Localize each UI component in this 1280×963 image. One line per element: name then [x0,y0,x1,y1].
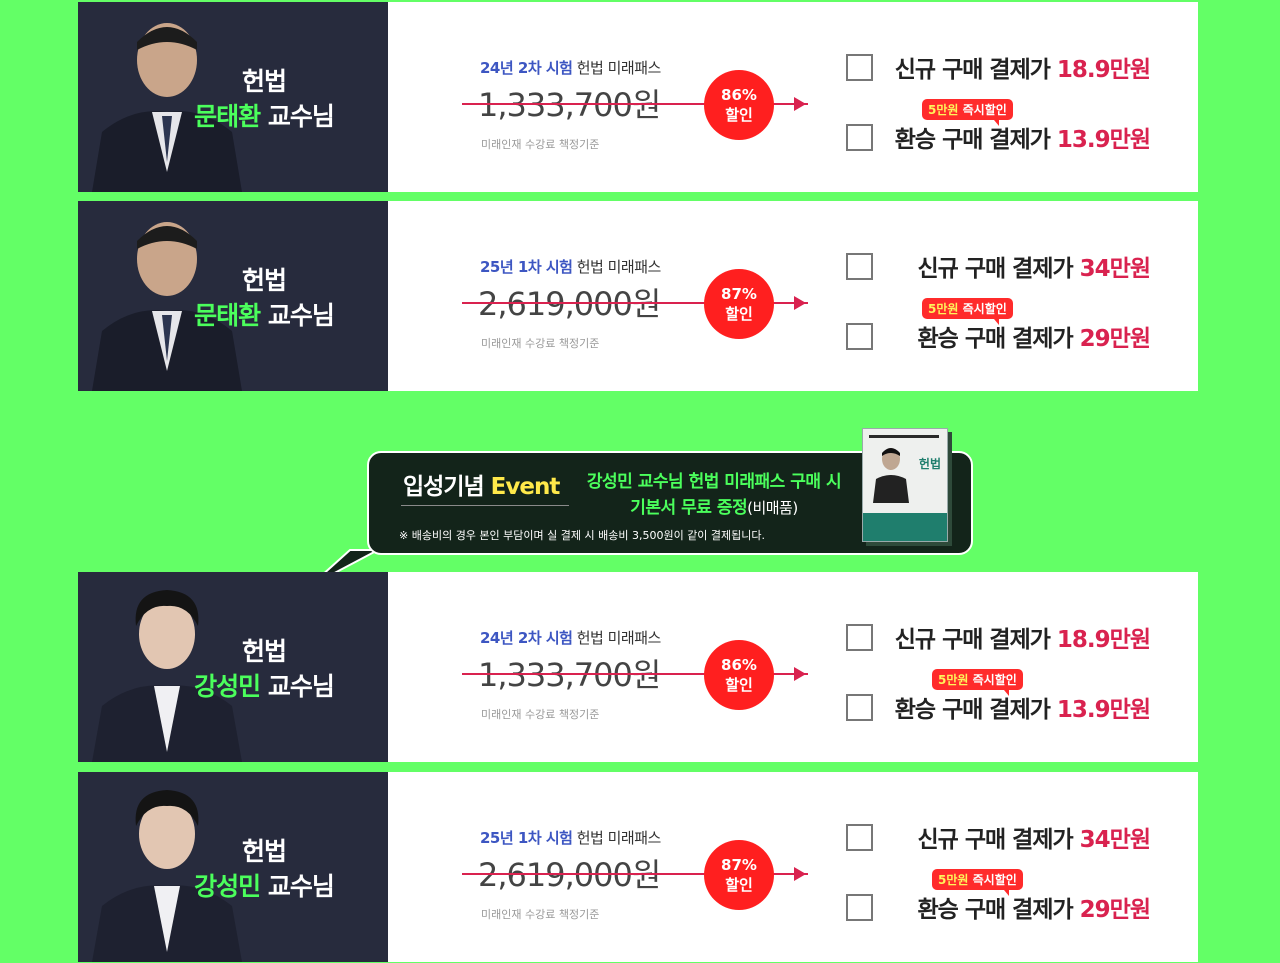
book-title: 헌법 [918,457,941,471]
author-photo [873,448,909,503]
price-basis-note: 미래인재 수강료 책정기준 [481,138,600,151]
event-description: 강성민 교수님 헌법 미래패스 구매 시 기본서 무료 증정(비매품) [586,472,842,518]
new-purchase-checkbox[interactable] [846,253,873,280]
professor-name: 헌법 문태환 교수님 [194,266,335,330]
instant-discount-tag: 5만원 즉시할인 [932,869,1023,896]
return-purchase-option: 환승 구매 결제가 29만원 [917,897,1151,923]
textbook-cover: 헌법 [862,428,948,542]
product-card: 헌법 강성민 교수님 25년 1차 시험 헌법 미래패스 2,619,000원 … [78,772,1198,962]
product-card: 헌법 문태환 교수님 25년 1차 시험 헌법 미래패스 2,619,000원 … [78,201,1198,391]
event-title: 입성기념 Event [403,474,560,500]
instant-discount-tag: 5만원 즉시할인 [922,298,1013,325]
exam-label: 24년 2차 시험 헌법 미래패스 [480,59,661,77]
new-purchase-checkbox[interactable] [846,624,873,651]
exam-label: 24년 2차 시험 헌법 미래패스 [480,629,661,647]
return-purchase-checkbox[interactable] [846,124,873,151]
shipping-note: ※ 배송비의 경우 본인 부담이며 실 결제 시 배송비 3,500원이 같이 … [399,529,766,542]
instant-discount-tag: 5만원 즉시할인 [932,669,1023,696]
product-card: 헌법 문태환 교수님 24년 2차 시험 헌법 미래패스 1,333,700원 … [78,2,1198,192]
instant-discount-tag: 5만원 즉시할인 [922,99,1013,126]
professor-name: 헌법 강성민 교수님 [194,837,335,901]
new-purchase-option: 신규 구매 결제가 34만원 [917,827,1151,853]
product-card: 헌법 강성민 교수님 24년 2차 시험 헌법 미래패스 1,333,700원 … [78,572,1198,762]
new-purchase-option: 신규 구매 결제가 18.9만원 [894,57,1151,83]
new-purchase-checkbox[interactable] [846,824,873,851]
price-basis-note: 미래인재 수강료 책정기준 [481,337,600,350]
return-purchase-checkbox[interactable] [846,694,873,721]
return-purchase-checkbox[interactable] [846,323,873,350]
event-divider [401,505,569,506]
arrow-head-icon [794,296,806,310]
return-purchase-option: 환승 구매 결제가 29만원 [917,326,1151,352]
professor-panel: 헌법 문태환 교수님 [78,2,388,192]
return-purchase-option: 환승 구매 결제가 13.9만원 [894,697,1151,723]
new-purchase-option: 신규 구매 결제가 34만원 [917,256,1151,282]
professor-name: 헌법 문태환 교수님 [194,67,335,131]
return-purchase-checkbox[interactable] [846,894,873,921]
price-basis-note: 미래인재 수강료 책정기준 [481,708,600,721]
discount-badge: 87% 할인 [704,269,774,339]
discount-badge: 86% 할인 [704,640,774,710]
arrow-head-icon [794,867,806,881]
discount-badge: 87% 할인 [704,840,774,910]
exam-label: 25년 1차 시험 헌법 미래패스 [480,258,661,276]
professor-panel: 헌법 문태환 교수님 [78,201,388,391]
professor-panel: 헌법 강성민 교수님 [78,772,388,962]
arrow-head-icon [794,97,806,111]
new-purchase-option: 신규 구매 결제가 18.9만원 [894,627,1151,653]
return-purchase-option: 환승 구매 결제가 13.9만원 [894,127,1151,153]
discount-badge: 86% 할인 [704,70,774,140]
price-basis-note: 미래인재 수강료 책정기준 [481,908,600,921]
new-purchase-checkbox[interactable] [846,54,873,81]
professor-name: 헌법 강성민 교수님 [194,637,335,701]
arrow-head-icon [794,667,806,681]
exam-label: 25년 1차 시험 헌법 미래패스 [480,829,661,847]
professor-panel: 헌법 강성민 교수님 [78,572,388,762]
